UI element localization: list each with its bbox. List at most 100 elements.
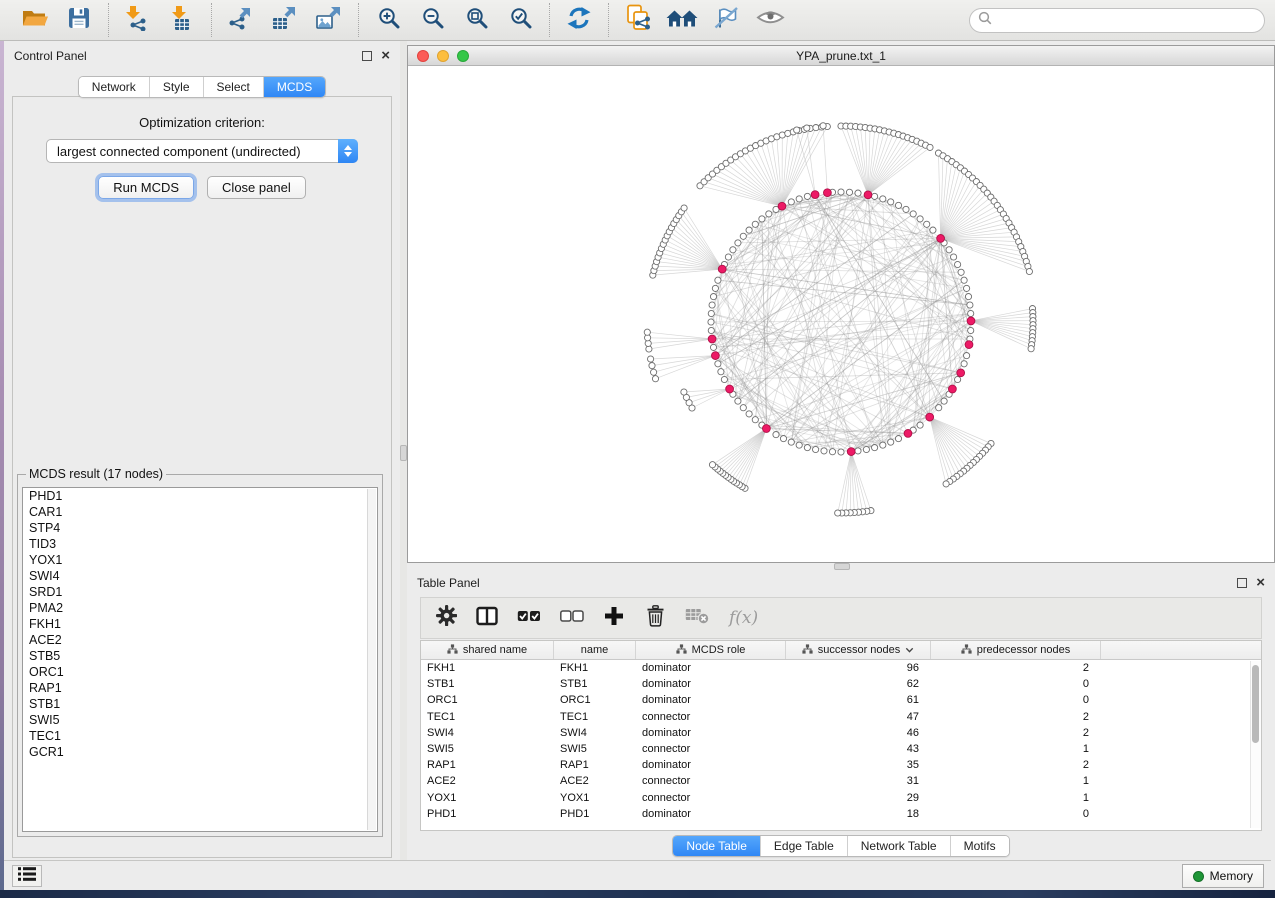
column-header-successor-nodes[interactable]: successor nodes xyxy=(786,641,931,659)
close-table-panel-icon[interactable]: × xyxy=(1256,578,1265,588)
mcds-node-item[interactable]: STB5 xyxy=(23,648,377,664)
run-mcds-button[interactable]: Run MCDS xyxy=(98,176,194,199)
mcds-node-item[interactable]: TEC1 xyxy=(23,728,377,744)
export-table-button[interactable] xyxy=(270,5,300,35)
table-row[interactable]: SWI4SWI4dominator462 xyxy=(421,725,1261,741)
table-cell: SWI5 xyxy=(421,743,554,755)
table-row[interactable]: SWI5SWI5connector431 xyxy=(421,741,1261,757)
table-row[interactable]: PHD1PHD1dominator180 xyxy=(421,806,1261,822)
check-all-button[interactable] xyxy=(517,605,541,631)
tab-motifs[interactable]: Motifs xyxy=(951,836,1009,856)
trash-button[interactable] xyxy=(644,605,666,631)
mcds-node-item[interactable]: SWI4 xyxy=(23,568,377,584)
vertical-splitter[interactable] xyxy=(400,41,407,862)
mcds-node-item[interactable]: ORC1 xyxy=(23,664,377,680)
export-image-button[interactable] xyxy=(314,5,344,35)
horizontal-splitter-handle[interactable] xyxy=(834,563,850,570)
refresh-button[interactable] xyxy=(564,5,594,35)
panes-icon xyxy=(476,606,498,631)
hide-annotations-button[interactable] xyxy=(711,5,741,35)
zoom-in-button[interactable] xyxy=(373,5,403,35)
tab-select[interactable]: Select xyxy=(204,77,264,97)
import-table-button[interactable] xyxy=(167,5,197,35)
network-view[interactable] xyxy=(408,66,1274,562)
table-cell: dominator xyxy=(636,808,786,820)
panes-button[interactable] xyxy=(476,605,498,631)
mcds-node-item[interactable]: RAP1 xyxy=(23,680,377,696)
optimization-criterion-select[interactable]: largest connected component (undirected) xyxy=(46,139,358,163)
float-panel-icon[interactable] xyxy=(362,51,372,61)
tab-network-table[interactable]: Network Table xyxy=(848,836,951,856)
table-cell: SWI4 xyxy=(421,727,554,739)
mcds-node-item[interactable]: SRD1 xyxy=(23,584,377,600)
table-row[interactable]: TEC1TEC1connector472 xyxy=(421,709,1261,725)
mcds-node-item[interactable]: TID3 xyxy=(23,536,377,552)
tab-node-table[interactable]: Node Table xyxy=(673,836,761,856)
column-header-MCDS-role[interactable]: MCDS role xyxy=(636,641,786,659)
save-button[interactable] xyxy=(64,5,94,35)
mcds-list-scrollbar[interactable] xyxy=(367,489,376,830)
table-panel: Table Panel × f(x) shared namenameMCDS r… xyxy=(407,570,1275,860)
column-header-predecessor-nodes[interactable]: predecessor nodes xyxy=(931,641,1101,659)
column-header-shared-name[interactable]: shared name xyxy=(421,641,554,659)
tab-network[interactable]: Network xyxy=(79,77,150,97)
zoom-selected-button[interactable] xyxy=(505,5,535,35)
mcds-node-item[interactable]: GCR1 xyxy=(23,744,377,760)
mcds-node-item[interactable]: YOX1 xyxy=(23,552,377,568)
import-network-button[interactable] xyxy=(123,5,153,35)
table-row[interactable]: ORC1ORC1dominator610 xyxy=(421,692,1261,708)
network-graph[interactable] xyxy=(408,66,1274,562)
vertical-splitter-handle[interactable] xyxy=(400,445,407,461)
mcds-node-item[interactable]: ACE2 xyxy=(23,632,377,648)
uncheck-all-icon xyxy=(560,608,584,629)
tab-style[interactable]: Style xyxy=(150,77,204,97)
float-table-panel-icon[interactable] xyxy=(1237,578,1247,588)
column-header-name[interactable]: name xyxy=(554,641,636,659)
tab-mcds[interactable]: MCDS xyxy=(264,77,325,97)
memory-button[interactable]: Memory xyxy=(1182,864,1264,888)
mcds-node-item[interactable]: STP4 xyxy=(23,520,377,536)
mcds-node-item[interactable]: SWI5 xyxy=(23,712,377,728)
close-panel-icon[interactable]: × xyxy=(381,51,390,61)
eye-button[interactable] xyxy=(755,5,785,35)
table-row[interactable]: ACE2ACE2connector311 xyxy=(421,773,1261,789)
zoom-out-button[interactable] xyxy=(417,5,447,35)
table-cell: PHD1 xyxy=(421,808,554,820)
table-row[interactable]: RAP1RAP1dominator352 xyxy=(421,757,1261,773)
table-cell: dominator xyxy=(636,759,786,771)
export-image-icon xyxy=(316,5,343,36)
search-input[interactable] xyxy=(997,14,1256,28)
uncheck-all-button[interactable] xyxy=(560,605,584,631)
table-cell: 47 xyxy=(786,711,931,723)
optimization-criterion-value: largest connected component (undirected) xyxy=(47,144,338,159)
export-network-button[interactable] xyxy=(226,5,256,35)
tab-edge-table[interactable]: Edge Table xyxy=(761,836,848,856)
zoom-fit-button[interactable] xyxy=(461,5,491,35)
plus-button[interactable] xyxy=(603,605,625,631)
mcds-node-item[interactable]: PHD1 xyxy=(23,488,377,504)
search-field[interactable] xyxy=(969,8,1265,33)
network-from-selection-button[interactable] xyxy=(623,5,653,35)
table-scrollbar-thumb[interactable] xyxy=(1252,665,1259,743)
open-file-button[interactable] xyxy=(20,5,50,35)
houses-button[interactable] xyxy=(667,5,697,35)
close-panel-button[interactable]: Close panel xyxy=(207,176,306,199)
table-cell: 2 xyxy=(931,759,1101,771)
table-row[interactable]: YOX1YOX1connector291 xyxy=(421,790,1261,806)
mcds-node-item[interactable]: PMA2 xyxy=(23,600,377,616)
table-row[interactable]: STB1STB1dominator620 xyxy=(421,676,1261,692)
table-row[interactable]: FKH1FKH1dominator962 xyxy=(421,660,1261,676)
tree-icon xyxy=(802,644,813,657)
horizontal-splitter[interactable] xyxy=(407,563,1275,570)
gear-button[interactable] xyxy=(435,605,457,631)
mcds-node-item[interactable]: STB1 xyxy=(23,696,377,712)
network-window-titlebar[interactable]: YPA_prune.txt_1 xyxy=(408,46,1274,66)
node-table: shared namenameMCDS rolesuccessor nodesp… xyxy=(420,640,1262,831)
fx-icon: f(x) xyxy=(729,608,758,628)
mcds-result-title: MCDS result (17 nodes) xyxy=(26,467,166,481)
open-file-icon xyxy=(22,6,49,34)
check-all-icon xyxy=(517,608,541,629)
mcds-node-item[interactable]: CAR1 xyxy=(23,504,377,520)
task-history-button[interactable] xyxy=(12,865,42,887)
mcds-node-item[interactable]: FKH1 xyxy=(23,616,377,632)
